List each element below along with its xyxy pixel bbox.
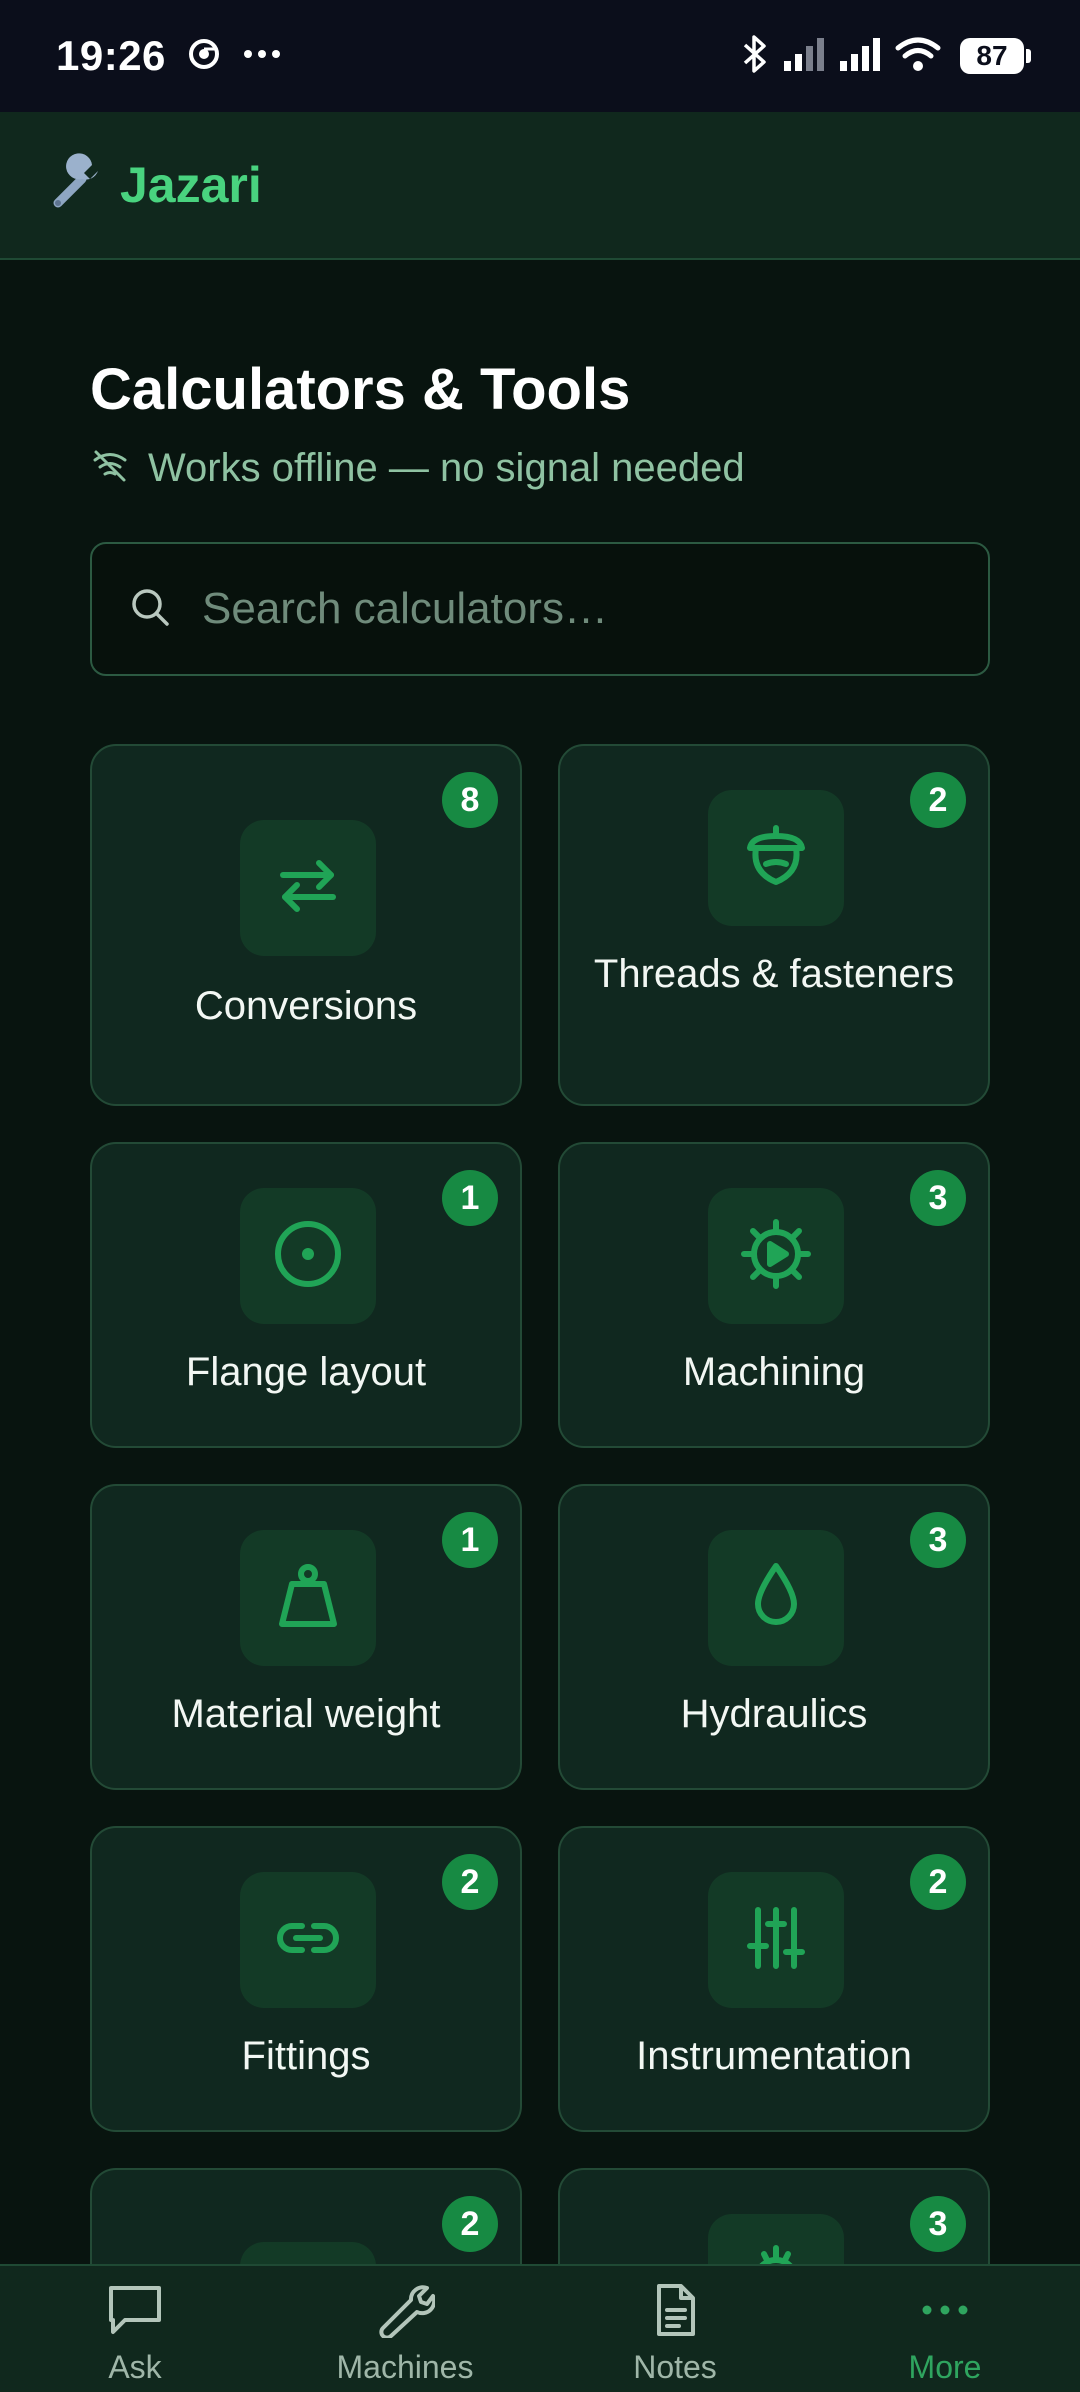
search-input[interactable] [202,544,988,674]
signal-icon [782,35,826,78]
weight-icon [270,1558,346,1639]
nav-label: Notes [633,2349,717,2385]
battery-icon: 87 [960,38,1031,74]
search-box[interactable] [90,542,990,676]
sliders-icon [738,1900,814,1981]
status-right: 87 [740,33,1031,80]
count-badge: 3 [910,1170,966,1226]
tile-label: Fittings [241,2034,371,2078]
arrows-swap-icon [273,851,343,926]
drop-icon [738,1558,814,1639]
bottom-nav: Ask Machines Notes More [0,2264,1080,2392]
wifi-off-icon [90,446,130,491]
tile-label: Hydraulics [680,1692,868,1736]
tile-icon-box [240,820,376,956]
bluetooth-icon [740,33,770,80]
nav-label: Ask [108,2349,162,2385]
tile-fittings[interactable]: Fittings 2 [90,1826,522,2132]
count-badge: 1 [442,1170,498,1226]
tools-grid: Conversions 8 Threads & fasteners 2 Flan… [0,744,1080,2264]
tile-instrumentation[interactable]: Instrumentation 2 [558,1826,990,2132]
gear-icon [738,2242,814,2264]
count-badge: 2 [910,772,966,828]
status-time: 19:26 [56,32,166,79]
nav-label: More [908,2349,982,2385]
wifi-icon [894,35,942,78]
tile-label: Material weight [171,1692,441,1736]
count-badge: 3 [910,1512,966,1568]
tile-icon-box [708,1872,844,2008]
count-badge: 8 [442,772,498,828]
nav-label: Machines [336,2349,474,2385]
tile-conversions[interactable]: Conversions 8 [90,744,522,1106]
nav-more[interactable]: More [810,2266,1080,2392]
count-badge: 1 [442,1512,498,1568]
offline-notice: Works offline — no signal needed [90,440,745,496]
wrench-icon [46,152,106,218]
circle-dot-icon [270,1216,346,1297]
tile-icon-box [240,1188,376,1324]
nav-ask[interactable]: Ask [0,2266,270,2392]
app-title: Jazari [120,157,262,213]
tile-icon-box [708,1530,844,1666]
offline-text: Works offline — no signal needed [148,445,745,490]
tile-label: Threads & fasteners [593,952,955,996]
count-badge: 2 [442,1854,498,1910]
document-icon [645,2282,705,2343]
nut-icon [740,820,812,897]
tile-hydraulics[interactable]: Hydraulics 3 [558,1484,990,1790]
gear-play-icon [738,1216,814,1297]
more-dots-icon [242,47,282,65]
tile-icon-box [708,790,844,926]
tile-icon-box [240,1872,376,2008]
link-icon [270,1900,346,1981]
chat-icon [105,2282,165,2343]
wrench-icon [375,2282,437,2343]
tile-label: Conversions [194,984,418,1028]
page-title: Calculators & Tools [90,357,631,422]
tile-partial[interactable]: 2 [90,2168,522,2264]
tile-partial[interactable]: 3 [558,2168,990,2264]
chrome-icon [188,38,220,75]
status-left: 19:26 [56,32,282,80]
tile-icon-box [708,1188,844,1324]
tile-icon-box [708,2214,844,2264]
tile-material-weight[interactable]: Material weight 1 [90,1484,522,1790]
tile-label: Machining [682,1350,866,1394]
screen: 19:26 87 Jazari Calculators & Tools Work… [0,0,1080,2392]
tile-threads-fasteners[interactable]: Threads & fasteners 2 [558,744,990,1106]
status-bar: 19:26 87 [0,0,1080,112]
app-header: Jazari [0,112,1080,260]
count-badge: 3 [910,2196,966,2252]
count-badge: 2 [910,1854,966,1910]
tile-machining[interactable]: Machining 3 [558,1142,990,1448]
search-icon [128,585,172,634]
more-dots-icon [915,2282,975,2343]
tile-icon-box [240,1530,376,1666]
tile-flange-layout[interactable]: Flange layout 1 [90,1142,522,1448]
count-badge: 2 [442,2196,498,2252]
signal-icon [838,35,882,78]
nav-machines[interactable]: Machines [270,2266,540,2392]
tile-label: Flange layout [185,1350,427,1394]
nav-notes[interactable]: Notes [540,2266,810,2392]
tile-label: Instrumentation [636,2034,912,2078]
tile-icon-box [240,2242,376,2264]
